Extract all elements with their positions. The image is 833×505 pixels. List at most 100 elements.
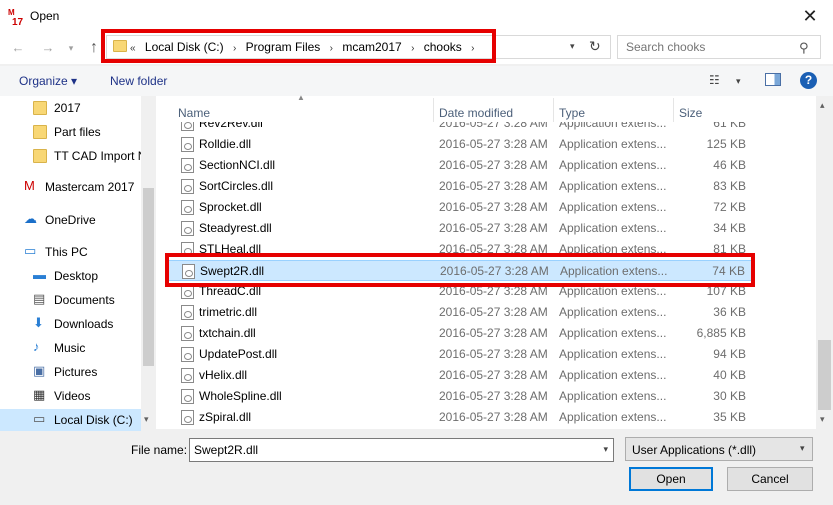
- file-size: 35 KB: [713, 410, 746, 424]
- sidebar-item-downloads[interactable]: ⬇ Downloads: [0, 313, 141, 335]
- preview-pane-icon[interactable]: [765, 73, 781, 86]
- pictures-icon: ▣: [33, 363, 46, 378]
- column-header-size[interactable]: Size: [679, 106, 702, 120]
- file-row[interactable]: UpdatePost.dll 2016-05-27 3:28 AM Applicat…: [168, 344, 752, 365]
- file-name: Rolldie.dll: [199, 137, 252, 151]
- sidebar-item-label: This PC: [45, 245, 88, 259]
- organize-button[interactable]: Organize ▾: [19, 74, 77, 88]
- view-options-icon[interactable]: ☷: [709, 73, 720, 87]
- file-row[interactable]: zSpiral.dll 2016-05-27 3:28 AM Application…: [168, 407, 752, 428]
- file-row[interactable]: Sprocket.dll 2016-05-27 3:28 AM Applicatio…: [168, 197, 752, 218]
- svg-text:17: 17: [12, 17, 24, 26]
- file-name: Sprocket.dll: [199, 200, 262, 214]
- file-row[interactable]: SectionNCI.dll 2016-05-27 3:28 AM Applicat…: [168, 155, 752, 176]
- selected-file-annotation-box: [165, 253, 755, 287]
- sidebar-item-videos[interactable]: ▦ Videos: [0, 385, 141, 407]
- file-type: Application extens...: [559, 305, 667, 319]
- sidebar-item-desktop[interactable]: ▬ Desktop: [0, 265, 141, 287]
- sidebar-item-onedrive[interactable]: ☁ OneDrive: [0, 209, 141, 231]
- file-row[interactable]: vHelix.dll 2016-05-27 3:28 AM Application …: [168, 365, 752, 386]
- column-divider[interactable]: [673, 98, 674, 122]
- file-row[interactable]: SortCircles.dll 2016-05-27 3:28 AM Applica…: [168, 176, 752, 197]
- column-header-name[interactable]: Name: [178, 106, 210, 120]
- sidebar-item-this-pc[interactable]: ▭ This PC: [0, 241, 141, 263]
- cancel-button[interactable]: Cancel: [727, 467, 813, 491]
- file-name: vHelix.dll: [199, 368, 248, 382]
- sidebar-item-tt-cad-import-n[interactable]: TT CAD Import N: [0, 145, 141, 167]
- dll-file-icon: [181, 305, 194, 320]
- file-row[interactable]: txtchain.dll 2016-05-27 3:28 AM Applicatio…: [168, 323, 752, 344]
- desktop-icon: ▬: [33, 267, 46, 282]
- file-date-modified: 2016-05-27 3:28 AM: [439, 179, 548, 193]
- column-header-date[interactable]: Date modified: [439, 106, 513, 120]
- sidebar-item-mastercam-2017[interactable]: M Mastercam 2017: [0, 176, 141, 198]
- sidebar-item-local-disk-c[interactable]: ▭ Local Disk (C:): [0, 409, 141, 431]
- sidebar-scroll-down-icon[interactable]: ▾: [144, 414, 149, 425]
- recent-locations-chevron-icon[interactable]: ▾: [63, 40, 79, 56]
- new-folder-button[interactable]: New folder: [110, 74, 167, 88]
- file-list-scroll-thumb[interactable]: [818, 340, 831, 410]
- help-icon[interactable]: ?: [800, 72, 817, 89]
- mastercam-icon: M: [24, 178, 35, 193]
- search-icon[interactable]: ⚲: [799, 40, 809, 56]
- drive-icon: ▭: [33, 411, 46, 426]
- file-size: 94 KB: [713, 347, 746, 361]
- file-date-modified: 2016-05-27 3:28 AM: [439, 389, 548, 403]
- folder-icon: [33, 149, 47, 163]
- file-list-scroll-down-icon[interactable]: ▾: [820, 414, 825, 425]
- dll-file-icon: [181, 410, 194, 425]
- column-divider[interactable]: [433, 98, 434, 122]
- videos-icon: ▦: [33, 387, 46, 402]
- open-button[interactable]: Open: [629, 467, 713, 491]
- sidebar-item-label: Desktop: [54, 269, 99, 283]
- view-dropdown-icon[interactable]: ▾: [736, 76, 741, 87]
- file-size: 72 KB: [713, 200, 746, 214]
- file-type: Application extens...: [559, 389, 667, 403]
- up-arrow-icon[interactable]: ↑: [86, 40, 102, 56]
- file-date-modified: 2016-05-27 3:28 AM: [439, 347, 548, 361]
- forward-arrow-icon[interactable]: →: [40, 40, 56, 56]
- sidebar-item-music[interactable]: ♪ Music: [0, 337, 141, 359]
- refresh-icon[interactable]: ↻: [589, 38, 601, 55]
- folder-icon: [33, 101, 47, 115]
- sidebar-item-documents[interactable]: ▤ Documents: [0, 289, 141, 311]
- close-icon[interactable]: ✕: [790, 2, 830, 30]
- search-input[interactable]: [626, 40, 796, 54]
- sidebar-item-label: TT CAD Import N: [54, 149, 141, 163]
- dll-file-icon: [181, 368, 194, 383]
- file-name: SectionNCI.dll: [199, 158, 276, 172]
- file-type-select[interactable]: User Applications (*.dll): [625, 437, 813, 461]
- title-bar: [0, 0, 833, 32]
- sort-ascending-icon: ▲: [297, 93, 305, 102]
- dll-file-icon: [181, 347, 194, 362]
- file-name-dropdown-icon[interactable]: ▾: [603, 444, 608, 455]
- dll-file-icon: [181, 179, 194, 194]
- file-type: Application extens...: [559, 221, 667, 235]
- file-name: SortCircles.dll: [199, 179, 274, 193]
- file-row[interactable]: WholeSpline.dll 2016-05-27 3:28 AM Applica…: [168, 386, 752, 407]
- sidebar-scroll-thumb[interactable]: [143, 188, 154, 366]
- file-name-combobox[interactable]: ▾: [189, 438, 614, 462]
- file-row[interactable]: Rolldie.dll 2016-05-27 3:28 AM Application…: [168, 134, 752, 155]
- file-name-input[interactable]: [194, 443, 589, 457]
- sidebar-item-2017[interactable]: 2017: [0, 97, 141, 119]
- address-dropdown-icon[interactable]: ▾: [570, 41, 575, 52]
- back-arrow-icon[interactable]: ←: [10, 40, 26, 56]
- file-list-scroll-up-icon[interactable]: ▴: [820, 100, 825, 111]
- sidebar-item-label: Local Disk (C:): [54, 413, 133, 427]
- file-name: Steadyrest.dll: [199, 221, 272, 235]
- dll-file-icon: [181, 389, 194, 404]
- file-type: Application extens...: [559, 368, 667, 382]
- file-name: WholeSpline.dll: [199, 389, 282, 403]
- sidebar-item-pictures[interactable]: ▣ Pictures: [0, 361, 141, 383]
- file-row[interactable]: Steadyrest.dll 2016-05-27 3:28 AM Applicat…: [168, 218, 752, 239]
- file-size: 6,885 KB: [696, 326, 746, 340]
- sidebar-item-part-files[interactable]: Part files: [0, 121, 141, 143]
- file-type: Application extens...: [559, 347, 667, 361]
- file-row[interactable]: trimetric.dll 2016-05-27 3:28 AM Applicati…: [168, 302, 752, 323]
- column-header-type[interactable]: Type: [559, 106, 585, 120]
- file-type-dropdown-icon[interactable]: ▾: [800, 443, 805, 454]
- column-divider[interactable]: [553, 98, 554, 122]
- file-type: Application extens...: [559, 179, 667, 193]
- file-name-label: File name:: [131, 443, 188, 457]
